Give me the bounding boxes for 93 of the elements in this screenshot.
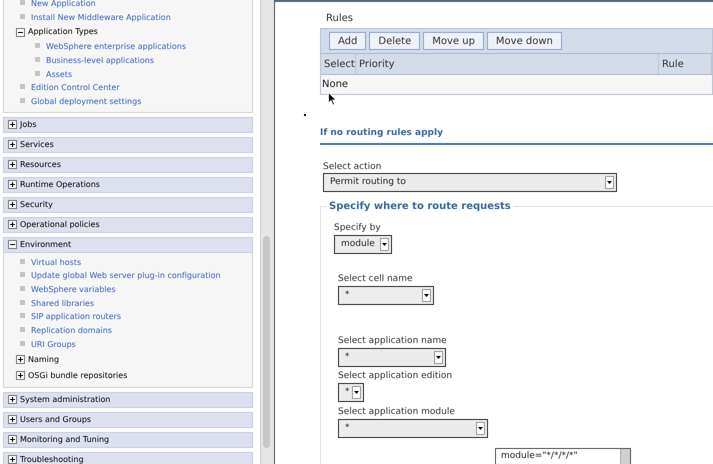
expand-icon[interactable]	[8, 120, 17, 130]
field-label: Specify by	[334, 222, 382, 235]
column-header[interactable]: Select	[321, 54, 356, 74]
section-label[interactable]: Troubleshooting	[20, 454, 84, 464]
dropdown[interactable]: *	[338, 383, 364, 402]
bullet-icon	[20, 258, 25, 264]
fieldset-legend: Specify where to route requests	[327, 199, 513, 214]
section-label[interactable]: System administration	[20, 394, 110, 406]
bullet-icon	[20, 14, 25, 19]
expand-icon[interactable]	[8, 140, 17, 150]
bullet-icon	[20, 286, 25, 292]
nav-folder[interactable]: Application Types	[28, 26, 98, 38]
toolbar-button[interactable]: Delete	[369, 32, 420, 50]
scrollbar[interactable]	[260, 0, 274, 464]
bullet-icon	[35, 56, 40, 62]
nav-link[interactable]: SIP application routers	[31, 311, 122, 324]
nav-link[interactable]: Edition Control Center	[31, 82, 120, 94]
section-header[interactable]: Runtime Operations	[3, 176, 253, 193]
bullet-icon	[20, 313, 25, 318]
field-label: Select action	[323, 161, 382, 173]
bullet-icon	[20, 98, 25, 103]
section-header[interactable]: Resources	[3, 156, 253, 173]
section-header[interactable]: Security	[3, 196, 253, 213]
nav-link[interactable]: Replication domains	[31, 325, 112, 338]
toolbar-button[interactable]: Move up	[423, 32, 484, 50]
section-label[interactable]: Users and Groups	[20, 414, 92, 426]
section-label[interactable]: Operational policies	[20, 218, 100, 231]
bullet-icon	[20, 272, 25, 278]
dropdown[interactable]: *	[338, 286, 434, 305]
bullet-icon	[20, 340, 25, 346]
nav-link[interactable]: Assets	[46, 68, 72, 81]
section-label[interactable]: Monitoring and Tuning	[20, 434, 110, 446]
field-label: Select application edition	[338, 370, 454, 383]
bullet-icon	[35, 70, 40, 76]
nav-link[interactable]: Business-level applications	[46, 54, 154, 67]
expression-textarea[interactable]: module="*/*/*/*"	[495, 448, 631, 464]
section-header[interactable]: Users and Groups	[3, 412, 253, 428]
section-label[interactable]: Services	[20, 138, 54, 151]
expand-icon[interactable]	[8, 435, 17, 444]
bullet-icon	[20, 300, 25, 305]
section-label[interactable]: Resources	[20, 158, 61, 171]
nav-link[interactable]: WebSphere enterprise applications	[46, 41, 186, 54]
collapse-icon[interactable]	[16, 28, 25, 37]
expand-icon[interactable]	[8, 415, 17, 424]
section-header[interactable]: Jobs	[3, 116, 253, 133]
dropdown[interactable]: module	[334, 235, 392, 254]
field-label: Select application module	[338, 406, 456, 419]
expand-icon[interactable]	[8, 395, 17, 404]
collapse-icon[interactable]	[8, 240, 17, 250]
nav-link[interactable]: Shared libraries	[31, 298, 94, 310]
dropdown[interactable]: Permit routing to	[323, 173, 617, 192]
nav-link[interactable]: Virtual hosts	[31, 256, 82, 269]
dropdown[interactable]: *	[338, 348, 446, 367]
expand-icon[interactable]	[8, 180, 17, 190]
expand-icon[interactable]	[16, 355, 25, 364]
column-header[interactable]: Priority	[356, 54, 659, 74]
bullet-icon	[20, 327, 25, 332]
bullet-icon	[35, 43, 40, 48]
section-header[interactable]: System administration	[3, 392, 253, 408]
expand-icon[interactable]	[16, 371, 25, 380]
expand-icon[interactable]	[8, 200, 17, 210]
section-header[interactable]: Environment	[3, 236, 253, 253]
section-label[interactable]: Runtime Operations	[20, 178, 100, 191]
bullet-icon	[20, 84, 25, 90]
nav-folder[interactable]: OSGi bundle repositories	[28, 370, 128, 382]
toolbar-button[interactable]: Move down	[486, 32, 562, 50]
column-header[interactable]: Rule	[659, 54, 712, 74]
toolbar-button[interactable]: Add	[329, 32, 366, 50]
section-header[interactable]: Services	[3, 136, 253, 153]
section-header[interactable]: Monitoring and Tuning	[3, 432, 253, 448]
field-label: Select application name	[338, 335, 448, 348]
expand-icon[interactable]	[8, 455, 17, 464]
section-title: Rules	[326, 12, 354, 26]
section-label[interactable]: Environment	[20, 238, 72, 251]
nav-folder[interactable]: Naming	[28, 354, 60, 366]
nav-link[interactable]: Install New Middleware Application	[31, 12, 171, 24]
nav-link[interactable]: Global deployment settings	[31, 96, 142, 108]
section-label[interactable]: Security	[20, 198, 53, 211]
section-header[interactable]: Operational policies	[3, 216, 253, 233]
dropdown[interactable]: *	[338, 419, 488, 438]
field-label: Select cell name	[338, 273, 414, 286]
nav-link[interactable]: WebSphere variables	[31, 284, 116, 296]
nav-link[interactable]: URI Groups	[31, 338, 76, 351]
section-label[interactable]: Jobs	[20, 118, 36, 131]
section-heading-text: If no routing rules apply	[320, 128, 443, 138]
table-cell-text: None	[321, 78, 348, 92]
bullet-icon	[20, 0, 25, 5]
nav-link[interactable]: New Application	[31, 0, 96, 10]
section-header[interactable]: Troubleshooting	[3, 452, 253, 464]
scrollbar-thumb[interactable]	[263, 236, 270, 448]
nav-link[interactable]: Update global Web server plug-in configuration	[31, 270, 221, 282]
expand-icon[interactable]	[8, 220, 17, 230]
expand-icon[interactable]	[8, 160, 17, 170]
